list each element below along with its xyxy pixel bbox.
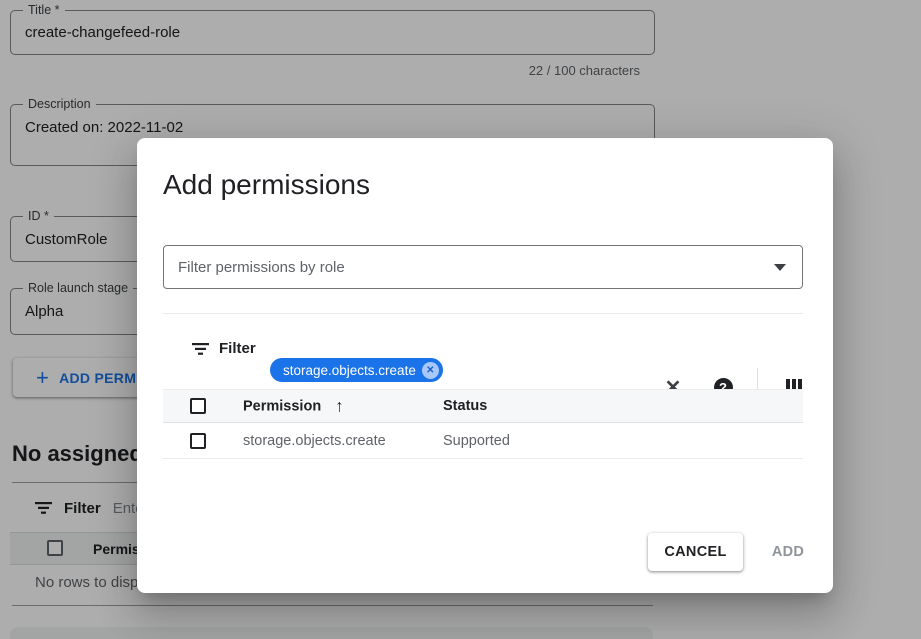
sort-ascending-icon[interactable]: ↑ [335,398,344,415]
filter-label: Filter [219,340,256,357]
row-status-cell: Supported [443,433,510,449]
chip-remove-icon[interactable]: ✕ [422,362,439,379]
filter-chip[interactable]: storage.objects.create ✕ [270,358,443,382]
filter-icon [192,343,209,355]
add-button[interactable]: ADD [757,533,819,571]
dropdown-arrow-icon [774,264,786,271]
row-checkbox[interactable] [190,433,206,449]
screen: Title * create-changefeed-role 22 / 100 … [0,0,921,639]
filter-permissions-by-role-select[interactable]: Filter permissions by role [163,245,803,289]
permissions-table: Permission ↑ Status storage.objects.crea… [163,389,803,459]
cancel-button[interactable]: CANCEL [648,533,743,571]
add-permissions-dialog: Add permissions Filter permissions by ro… [137,138,833,593]
filter-group[interactable]: Filter [192,340,256,357]
select-all-checkbox[interactable] [190,398,206,414]
filter-permissions-by-role-placeholder: Filter permissions by role [178,259,774,276]
row-permission-cell: storage.objects.create [243,433,386,449]
dialog-title: Add permissions [163,169,370,201]
status-column-header[interactable]: Status [443,398,487,414]
filter-chip-label: storage.objects.create [283,363,416,378]
permission-column-header[interactable]: Permission [243,398,321,414]
permissions-filter-toolbar: Filter storage.objects.create ✕ ✕ ? [163,313,803,389]
table-row[interactable]: storage.objects.create Supported [163,423,803,459]
permissions-table-header: Permission ↑ Status [163,389,803,423]
